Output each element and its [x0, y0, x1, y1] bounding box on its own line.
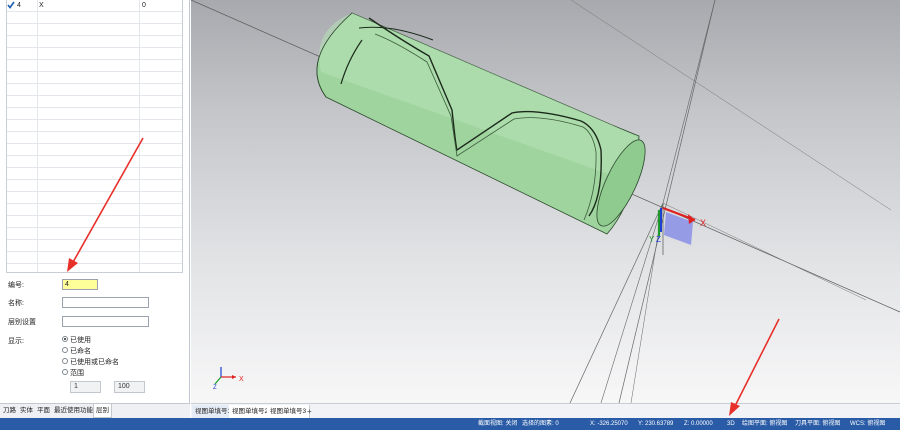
empty-row: [7, 144, 182, 156]
empty-row: [7, 216, 182, 228]
tab-solids[interactable]: 实体: [18, 404, 35, 418]
section-view-status[interactable]: 截面视图: 关闭: [478, 418, 517, 430]
level-number-cell: 4: [17, 2, 21, 9]
axis-y-label: Y: [649, 235, 655, 244]
tab-recent-functions[interactable]: 最近使用功能: [52, 404, 95, 418]
axis-z-label: Z: [656, 235, 661, 244]
construction-line: [569, 202, 664, 403]
small-x-label: X: [239, 376, 244, 383]
tab-view-sheet-2[interactable]: 视图单填号2: [229, 405, 273, 418]
empty-row: [7, 240, 182, 252]
radio-named[interactable]: 已命名: [62, 347, 91, 357]
empty-row: [7, 228, 182, 240]
level-set-input[interactable]: [62, 316, 149, 327]
construction-line: [618, 0, 716, 403]
level-row[interactable]: 4 X 0: [7, 0, 182, 12]
construction-line: [662, 0, 716, 204]
level-set-label: 层别设置: [8, 319, 36, 326]
selected-entities-status: 选择的图素: 0: [522, 421, 559, 427]
empty-row: [7, 252, 182, 264]
tab-view-sheet-3[interactable]: 视图单填号3: [267, 405, 311, 418]
construction-line: [662, 202, 867, 301]
empty-row: [7, 48, 182, 60]
empty-row: [7, 168, 182, 180]
checkmark-icon: [7, 1, 15, 9]
number-input[interactable]: 4: [62, 279, 98, 290]
radio-used-or-named[interactable]: 已使用或已命名: [62, 358, 119, 368]
tab-toolpaths[interactable]: 刀路: [1, 404, 18, 418]
level-count-cell: 0: [142, 2, 146, 9]
wcs-status[interactable]: WCS: 俯视图: [850, 418, 885, 430]
axis-x-label: X: [700, 218, 706, 228]
empty-row: [7, 12, 182, 24]
small-z-label: Z: [213, 385, 217, 391]
empty-row: [7, 96, 182, 108]
construction-plane-status[interactable]: 绘图平面: 俯视图: [742, 418, 787, 430]
level-name-cell: X: [39, 2, 44, 9]
status-bar: 截面视图: 关闭 选择的图素: 0 X: -326.25070 Y: 230.6…: [0, 418, 900, 430]
graphics-viewport[interactable]: X Y Z X Z: [191, 0, 900, 403]
tab-levels[interactable]: 层别: [93, 404, 112, 418]
y-coordinate: Y: 230.63789: [638, 421, 674, 427]
level-list-grid: 4 X 0: [6, 0, 183, 273]
radio-used[interactable]: 已使用: [62, 336, 91, 346]
mode-3d-toggle[interactable]: 3D: [727, 418, 735, 430]
level-manager-panel: 4 X 0 编号: 4 名称: 层别设置 显示: 已使用 已命名 已使用或已命名…: [0, 0, 190, 418]
empty-row: [7, 156, 182, 168]
cylinder-part[interactable]: [316, 12, 655, 235]
name-input[interactable]: [62, 297, 149, 308]
range-from-input[interactable]: 1: [70, 381, 101, 393]
empty-row: [7, 72, 182, 84]
empty-row: [7, 36, 182, 48]
tab-planes[interactable]: 平面: [35, 404, 52, 418]
radio-range-label: 范围: [70, 370, 84, 377]
radio-named-label: 已命名: [70, 348, 91, 355]
view-sheet-tabs: 视图单填号1 视图单填号2 视图单填号3 +: [191, 403, 900, 418]
range-to-input[interactable]: 100: [114, 381, 145, 393]
radio-button-checked[interactable]: [62, 336, 68, 343]
empty-row: [7, 60, 182, 72]
z-coordinate: Z: 0.00000: [684, 421, 713, 427]
empty-row: [7, 24, 182, 36]
name-label: 名称:: [8, 300, 24, 307]
number-label: 编号:: [8, 282, 24, 289]
empty-row: [7, 192, 182, 204]
panel-tab-strip: 刀路 实体 平面 最近使用功能 层别: [0, 403, 190, 418]
add-view-tab-button[interactable]: +: [307, 405, 312, 418]
display-label: 显示:: [8, 338, 24, 345]
empty-row: [7, 132, 182, 144]
radio-button[interactable]: [62, 369, 68, 376]
radio-used-label: 已使用: [70, 337, 91, 344]
construction-line: [600, 202, 664, 403]
coordinate-gizmo: X Y Z: [649, 206, 706, 245]
view-axis-indicator-icon: X Z: [213, 367, 244, 391]
empty-row: [7, 84, 182, 96]
radio-button[interactable]: [62, 358, 68, 365]
radio-used-or-named-label: 已使用或已命名: [70, 359, 119, 366]
empty-row: [7, 108, 182, 120]
radio-range[interactable]: 范围: [62, 369, 84, 379]
tool-plane-status[interactable]: 刀具平面: 俯视图: [795, 418, 840, 430]
empty-row: [7, 120, 182, 132]
empty-row: [7, 180, 182, 192]
empty-row: [7, 204, 182, 216]
radio-button[interactable]: [62, 347, 68, 354]
x-coordinate: X: -326.25070: [590, 421, 628, 427]
cad-scene: X Y Z X Z: [191, 0, 900, 403]
